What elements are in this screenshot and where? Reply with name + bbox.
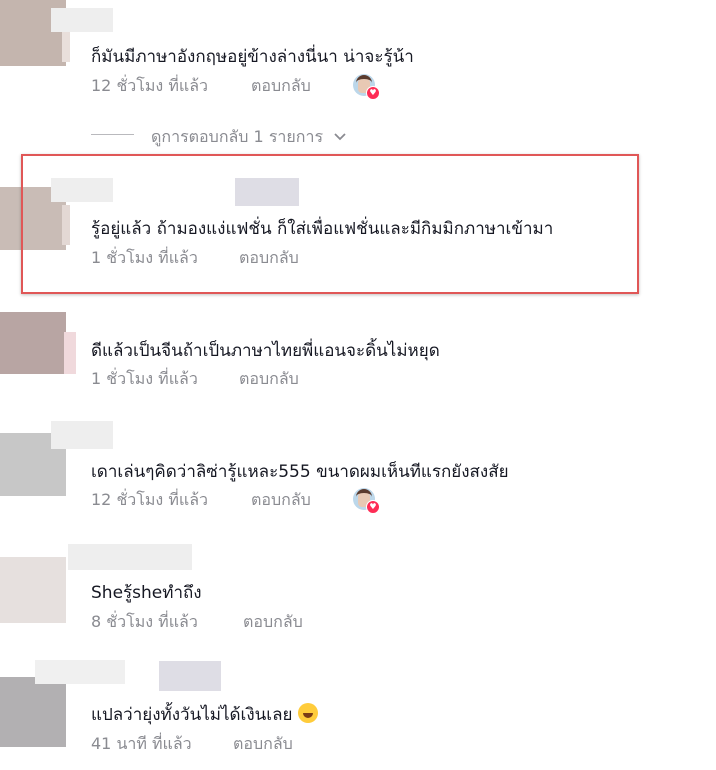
view-replies-button[interactable]: ดูการตอบกลับ 1 รายการ bbox=[151, 125, 346, 150]
username-redacted bbox=[68, 544, 192, 570]
comment-time: 41 นาที ที่แล้ว bbox=[91, 734, 192, 753]
avatar[interactable] bbox=[0, 557, 66, 623]
comment-text: ก็มันมีภาษาอังกฤษอยู่ข้างล่างนี่นา น่าจะ… bbox=[91, 47, 414, 67]
avatar-edge bbox=[64, 332, 76, 374]
username-redacted bbox=[51, 8, 113, 32]
username-redacted bbox=[51, 421, 113, 449]
grinning-sweat-emoji-icon bbox=[298, 703, 319, 723]
highlight-box bbox=[21, 154, 639, 294]
comment-text-content: แปลว่ายุ่งทั้งวันไม่ได้เงินเลย bbox=[91, 705, 293, 725]
reply-button[interactable]: ตอบกลับ bbox=[243, 610, 303, 635]
reply-button[interactable]: ตอบกลับ bbox=[233, 732, 293, 757]
comment-text: ดีแล้วเป็นจีนถ้าเป็นภาษาไทยพี่แอนจะดิ้นไ… bbox=[91, 341, 440, 361]
reply-button[interactable]: ตอบกลับ bbox=[251, 74, 311, 99]
comment-text: Sheรู้sheทำถึง bbox=[91, 583, 202, 603]
view-replies-divider bbox=[91, 134, 134, 135]
comment-text: แปลว่ายุ่งทั้งวันไม่ได้เงินเลย bbox=[91, 701, 319, 728]
reply-button[interactable]: ตอบกลับ bbox=[251, 488, 311, 513]
badge-redacted bbox=[159, 661, 221, 691]
comment-time: 8 ชั่วโมง ที่แล้ว bbox=[91, 612, 198, 631]
username-redacted bbox=[35, 660, 125, 684]
creator-like-icon: ♥ bbox=[353, 74, 380, 100]
comment-text: เดาเล่นๆคิดว่าลิซ่ารู้แหละ555 ขนาดผมเห็น… bbox=[91, 462, 509, 482]
reply-button[interactable]: ตอบกลับ bbox=[239, 367, 299, 392]
comment-time: 1 ชั่วโมง ที่แล้ว bbox=[91, 369, 198, 388]
avatar[interactable] bbox=[0, 677, 66, 747]
creator-like-icon: ♥ bbox=[353, 488, 380, 514]
chevron-down-icon bbox=[334, 133, 346, 141]
view-replies-label: ดูการตอบกลับ 1 รายการ bbox=[151, 127, 324, 146]
comment-time: 12 ชั่วโมง ที่แล้ว bbox=[91, 76, 208, 95]
comment-time: 12 ชั่วโมง ที่แล้ว bbox=[91, 490, 208, 509]
avatar[interactable] bbox=[0, 312, 66, 374]
